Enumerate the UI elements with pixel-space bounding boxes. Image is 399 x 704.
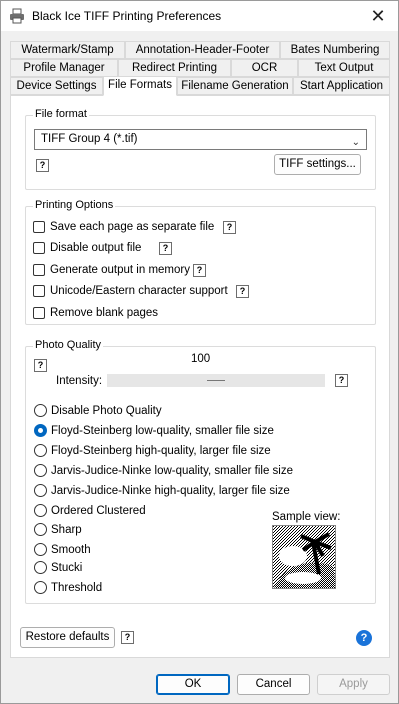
file-format-select[interactable]: TIFF Group 4 (*.tif) ⌄ <box>34 129 367 150</box>
unicode-support-checkbox[interactable]: Unicode/Eastern character support <box>33 285 228 297</box>
file-format-label: File format <box>33 108 89 120</box>
printer-icon <box>9 8 25 24</box>
photo-quality-option[interactable]: Stucki <box>34 561 82 574</box>
photo-quality-option[interactable]: Threshold <box>34 581 102 594</box>
checkbox-box[interactable] <box>33 242 45 254</box>
generate-output-in-memory-checkbox[interactable]: Generate output in memory <box>33 264 190 276</box>
intensity-slider-thumb[interactable] <box>207 380 225 381</box>
checkbox-box[interactable] <box>33 307 45 319</box>
radio-button[interactable] <box>34 504 47 517</box>
restore-defaults-button[interactable]: Restore defaults <box>20 627 115 648</box>
intensity-slider[interactable] <box>107 374 325 387</box>
file-format-value: TIFF Group 4 (*.tif) <box>41 133 138 145</box>
photo-quality-option-label: Smooth <box>51 543 91 556</box>
photo-quality-option[interactable]: Smooth <box>34 543 91 556</box>
tab-redirect-printing[interactable]: Redirect Printing <box>118 59 231 77</box>
radio-button[interactable] <box>34 464 47 477</box>
photo-quality-group: Photo Quality 100 ? Intensity: ? Disable… <box>25 339 376 604</box>
checkbox-box[interactable] <box>33 221 45 233</box>
radio-button[interactable] <box>34 424 47 437</box>
intensity-label: Intensity: <box>56 375 103 387</box>
photo-quality-option-label: Ordered Clustered <box>51 504 146 517</box>
radio-button[interactable] <box>34 444 47 457</box>
radio-button[interactable] <box>34 523 47 536</box>
printing-options-group: Printing Options Save each page as separ… <box>25 199 376 325</box>
unicode-support-label: Unicode/Eastern character support <box>50 285 228 297</box>
photo-quality-option[interactable]: Disable Photo Quality <box>34 404 162 417</box>
radio-button[interactable] <box>34 543 47 556</box>
photo-quality-label: Photo Quality <box>33 339 104 351</box>
tab-annotation-header-footer[interactable]: Annotation-Header-Footer <box>125 41 280 59</box>
printing-options-label: Printing Options <box>33 199 116 211</box>
radio-button[interactable] <box>34 561 47 574</box>
photo-quality-option-label: Jarvis-Judice-Ninke low-quality, smaller… <box>51 464 293 477</box>
tab-file-formats[interactable]: File Formats <box>103 76 177 96</box>
tab-filename-generation[interactable]: Filename Generation <box>177 77 293 95</box>
tab-start-application[interactable]: Start Application <box>293 77 390 95</box>
photo-quality-option-label: Jarvis-Judice-Ninke high-quality, larger… <box>51 484 290 497</box>
disable-output-file-label: Disable output file <box>50 242 142 254</box>
tab-device-settings[interactable]: Device Settings <box>10 77 103 95</box>
generate-output-in-memory-label: Generate output in memory <box>50 264 190 276</box>
save-each-page-help-button[interactable]: ? <box>223 221 236 234</box>
radio-button[interactable] <box>34 404 47 417</box>
tab-profile-manager[interactable]: Profile Manager <box>10 59 118 77</box>
intensity-help-button[interactable]: ? <box>335 374 348 387</box>
photo-quality-option[interactable]: Jarvis-Judice-Ninke low-quality, smaller… <box>34 464 293 477</box>
tab-panel: File format TIFF Group 4 (*.tif) ⌄ ? TIF… <box>10 95 390 658</box>
sample-view-image <box>272 525 336 589</box>
apply-button[interactable]: Apply <box>317 674 390 695</box>
window-title: Black Ice TIFF Printing Preferences <box>32 9 222 23</box>
photo-quality-option-label: Stucki <box>51 561 83 574</box>
tab-watermark-stamp[interactable]: Watermark/Stamp <box>10 41 125 59</box>
save-each-page-checkbox[interactable]: Save each page as separate file <box>33 221 214 233</box>
disable-output-file-help-button[interactable]: ? <box>159 242 172 255</box>
radio-button[interactable] <box>34 581 47 594</box>
photo-quality-option-label: Floyd-Steinberg low-quality, smaller fil… <box>51 424 274 437</box>
tab-bates-numbering[interactable]: Bates Numbering <box>280 41 390 59</box>
remove-blank-pages-label: Remove blank pages <box>50 307 159 319</box>
restore-defaults-help-button[interactable]: ? <box>121 631 134 644</box>
help-icon[interactable]: ? <box>356 630 372 646</box>
disable-output-file-checkbox[interactable]: Disable output file <box>33 242 141 254</box>
photo-quality-option-label: Disable Photo Quality <box>51 404 162 417</box>
photo-quality-option[interactable]: Floyd-Steinberg low-quality, smaller fil… <box>34 424 274 437</box>
photo-quality-option[interactable]: Floyd-Steinberg high-quality, larger fil… <box>34 444 271 457</box>
close-icon: ✕ <box>370 5 386 26</box>
title-bar[interactable]: Black Ice TIFF Printing Preferences ✕ <box>1 1 398 31</box>
photo-quality-option[interactable]: Sharp <box>34 523 82 536</box>
cancel-button[interactable]: Cancel <box>237 674 310 695</box>
photo-quality-option-label: Threshold <box>51 581 103 594</box>
checkbox-box[interactable] <box>33 264 45 276</box>
close-button[interactable]: ✕ <box>358 1 398 31</box>
file-format-group: File format TIFF Group 4 (*.tif) ⌄ ? TIF… <box>25 108 376 190</box>
save-each-page-label: Save each page as separate file <box>50 221 215 233</box>
checkbox-box[interactable] <box>33 285 45 297</box>
photo-quality-option-label: Sharp <box>51 523 82 536</box>
intensity-value: 100 <box>191 353 211 365</box>
generate-output-help-button[interactable]: ? <box>193 264 206 277</box>
tab-ocr[interactable]: OCR <box>231 59 298 77</box>
tiff-settings-button[interactable]: TIFF settings... <box>274 154 361 175</box>
photo-quality-option[interactable]: Jarvis-Judice-Ninke high-quality, larger… <box>34 484 290 497</box>
tab-text-output[interactable]: Text Output <box>298 59 390 77</box>
sample-view-label: Sample view: <box>272 511 341 523</box>
radio-button[interactable] <box>34 484 47 497</box>
photo-quality-option[interactable]: Ordered Clustered <box>34 504 146 517</box>
photo-quality-option-label: Floyd-Steinberg high-quality, larger fil… <box>51 444 271 457</box>
file-format-help-button[interactable]: ? <box>36 159 49 172</box>
unicode-support-help-button[interactable]: ? <box>236 285 249 298</box>
chevron-down-icon: ⌄ <box>351 137 360 148</box>
photo-quality-help-button[interactable]: ? <box>34 359 47 372</box>
remove-blank-pages-checkbox[interactable]: Remove blank pages <box>33 307 158 319</box>
ok-button[interactable]: OK <box>156 674 230 695</box>
